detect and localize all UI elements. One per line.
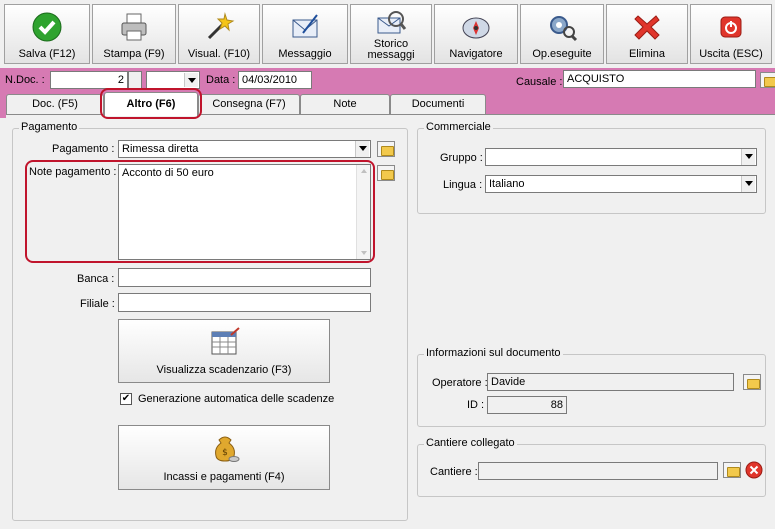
note-pagamento-text: Acconto di 50 euro bbox=[122, 167, 214, 179]
spreadsheet-icon bbox=[211, 327, 240, 355]
exit-button[interactable]: Uscita (ESC) bbox=[690, 4, 772, 64]
gruppo-label: Gruppo : bbox=[440, 152, 483, 164]
toolbar: Salva (F12) Stampa (F9) Visual. (F10) Me… bbox=[0, 0, 775, 68]
causale-label: Causale : bbox=[516, 76, 563, 88]
message-history-button[interactable]: Storico messaggi bbox=[350, 4, 432, 64]
filiale-field[interactable] bbox=[118, 293, 371, 312]
commerciale-group: Commerciale bbox=[417, 121, 766, 214]
green-check-icon bbox=[32, 12, 62, 42]
filiale-label: Filiale : bbox=[80, 298, 115, 310]
operatore-field: Davide bbox=[487, 373, 734, 391]
tab-consegna[interactable]: Consegna (F7) bbox=[198, 94, 300, 114]
tab-note[interactable]: Note bbox=[300, 94, 390, 114]
note-scrollbar[interactable] bbox=[356, 165, 370, 259]
lingua-select[interactable]: Italiano bbox=[485, 175, 757, 193]
generazione-label: Generazione automatica delle scadenze bbox=[138, 393, 335, 405]
message-history-icon bbox=[377, 11, 407, 34]
informazioni-title: Informazioni sul documento bbox=[424, 347, 563, 359]
tab-documenti[interactable]: Documenti bbox=[390, 94, 486, 114]
navigator-button[interactable]: Navigatore bbox=[434, 4, 518, 64]
id-label: ID : bbox=[467, 399, 485, 411]
operatore-label: Operatore : bbox=[432, 377, 488, 389]
delete-button[interactable]: Elimina bbox=[606, 4, 688, 64]
cantiere-title: Cantiere collegato bbox=[424, 437, 517, 449]
causale-field[interactable]: ACQUISTO bbox=[563, 70, 756, 88]
commerciale-title: Commerciale bbox=[424, 121, 493, 133]
chevron-down-icon[interactable] bbox=[741, 176, 755, 192]
save-button[interactable]: Salva (F12) bbox=[4, 4, 90, 64]
ndoc-series-select[interactable] bbox=[146, 71, 200, 89]
cantiere-field bbox=[478, 462, 718, 480]
red-x-icon bbox=[634, 15, 660, 40]
operatore-lookup-icon[interactable] bbox=[743, 374, 761, 390]
pagamento-folder-icon[interactable] bbox=[377, 141, 395, 157]
tab-doc[interactable]: Doc. (F5) bbox=[6, 94, 104, 114]
lingua-label: Lingua : bbox=[443, 179, 483, 191]
pagamento-select[interactable]: Rimessa diretta bbox=[118, 140, 371, 158]
cantiere-folder-icon[interactable] bbox=[723, 462, 741, 478]
chevron-down-icon[interactable] bbox=[355, 141, 369, 157]
pagamento-label: Pagamento : bbox=[52, 143, 115, 155]
causale-folder-icon[interactable] bbox=[760, 72, 775, 88]
envelope-icon bbox=[292, 14, 318, 38]
svg-text:$: $ bbox=[222, 448, 228, 458]
ndoc-spin[interactable] bbox=[128, 71, 142, 89]
data-label: Data : bbox=[206, 74, 236, 86]
money-bag-icon: $ bbox=[215, 436, 240, 462]
message-button[interactable]: Messaggio bbox=[262, 4, 348, 64]
note-pagamento-textarea[interactable]: Acconto di 50 euro bbox=[118, 164, 371, 260]
magic-wand-icon bbox=[207, 12, 235, 40]
gruppo-select[interactable] bbox=[485, 148, 757, 166]
ndoc-label: N.Doc. : bbox=[5, 74, 45, 86]
pagamento-title: Pagamento bbox=[19, 121, 80, 133]
note-folder-icon[interactable] bbox=[377, 165, 395, 181]
exit-power-icon bbox=[720, 16, 742, 38]
date-field[interactable]: 04/03/2010 bbox=[238, 71, 312, 89]
id-field: 88 bbox=[487, 396, 567, 414]
banca-label: Banca : bbox=[77, 273, 115, 285]
cantiere-clear-icon[interactable] bbox=[745, 461, 763, 479]
cantiere-label: Cantiere : bbox=[430, 466, 478, 478]
note-pagamento-label: Note pagamento : bbox=[29, 166, 117, 178]
print-button[interactable]: Stampa (F9) bbox=[92, 4, 176, 64]
generazione-checkbox[interactable]: ✔ bbox=[120, 393, 132, 405]
chevron-down-icon bbox=[184, 73, 198, 87]
chevron-down-icon[interactable] bbox=[741, 149, 755, 165]
incassi-pagamenti-button[interactable]: $ Incassi e pagamenti (F4) bbox=[118, 425, 330, 490]
compass-icon bbox=[462, 17, 490, 39]
visualize-button[interactable]: Visual. (F10) bbox=[178, 4, 260, 64]
banca-field[interactable] bbox=[118, 268, 371, 287]
ndoc-field[interactable]: 2 bbox=[50, 71, 128, 89]
printer-icon bbox=[121, 13, 147, 41]
tab-altro[interactable]: Altro (F6) bbox=[104, 92, 198, 116]
visualizza-scadenzario-button[interactable]: Visualizza scadenzario (F3) bbox=[118, 319, 330, 383]
gears-search-icon bbox=[550, 16, 578, 42]
operations-button[interactable]: Op.eseguite bbox=[520, 4, 604, 64]
